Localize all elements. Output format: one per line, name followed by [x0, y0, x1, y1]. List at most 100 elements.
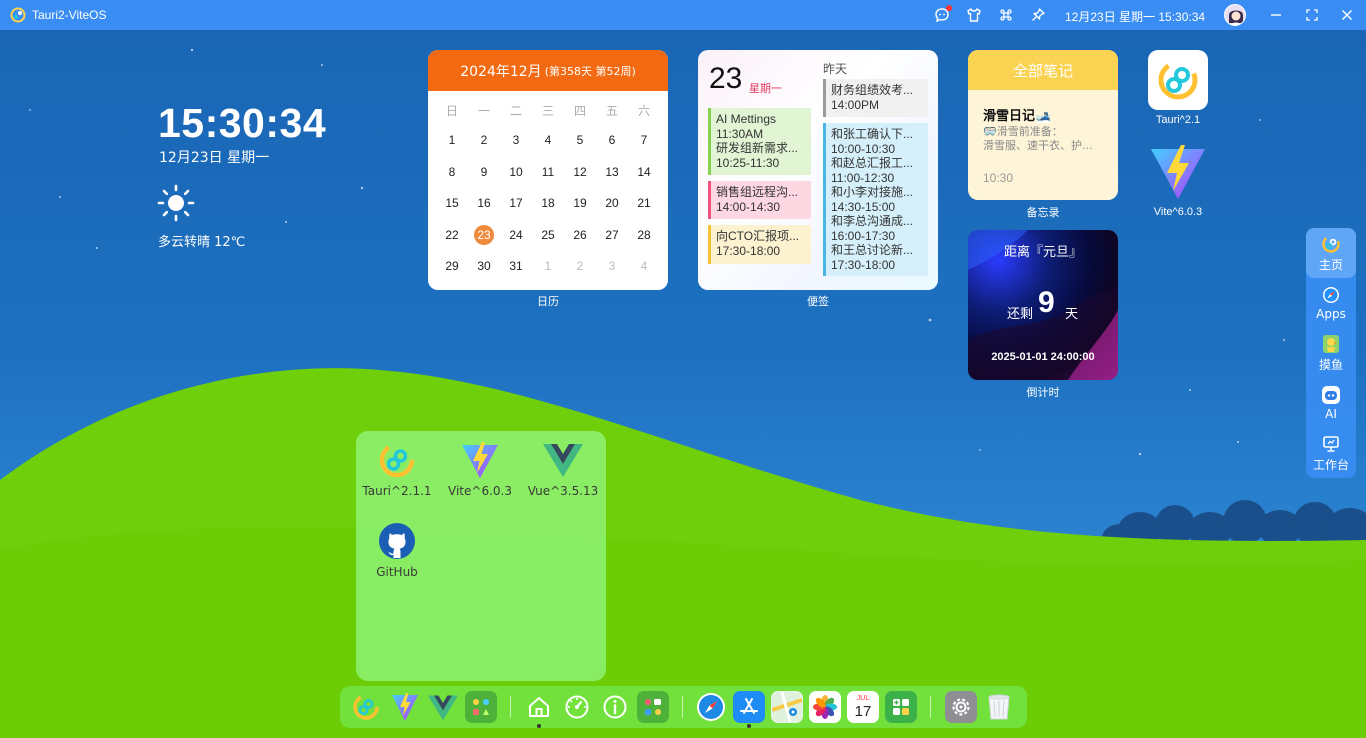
minimize-icon[interactable]: [1267, 6, 1285, 24]
countdown-target-date: 2025-01-01 24:00:00: [991, 351, 1095, 363]
calendar-day[interactable]: 12: [564, 165, 596, 196]
calendar-day[interactable]: 27: [596, 228, 628, 259]
calendar-day[interactable]: 13: [596, 165, 628, 196]
calendar-day[interactable]: 11: [532, 165, 564, 196]
notes-weekday: 星期一: [749, 82, 782, 95]
dock-running-indicator: [747, 724, 751, 728]
calendar-day-number: 1: [448, 133, 456, 148]
photos-icon[interactable]: [809, 691, 841, 723]
trash-icon[interactable]: [983, 691, 1015, 723]
vite-icon: [460, 440, 500, 480]
calendar-day[interactable]: 6: [596, 133, 628, 164]
memo-label: 备忘录: [1026, 206, 1060, 219]
tauri-icon[interactable]: [350, 691, 382, 723]
close-icon[interactable]: [1338, 6, 1356, 24]
calendar-day[interactable]: 19: [564, 196, 596, 227]
calendar-day[interactable]: 14: [628, 165, 660, 196]
app-folder[interactable]: Tauri^2.1.1 Vite^6.0.3 Vue^3.5.13 GitHub: [356, 431, 606, 681]
safari-icon[interactable]: [695, 691, 727, 723]
calendar-day[interactable]: 22: [436, 228, 468, 259]
calendar-day[interactable]: 25: [532, 228, 564, 259]
memo-widget[interactable]: 全部笔记 滑雪日记🎿 🥽滑雪前准备： 滑雪服、速干衣、护... 10:30: [968, 50, 1118, 200]
calendar-day[interactable]: 5: [564, 133, 596, 164]
apps-folder-icon[interactable]: [637, 691, 669, 723]
maps-icon[interactable]: [771, 691, 803, 723]
app-title: Tauri2-ViteOS: [32, 8, 107, 22]
command-icon[interactable]: [997, 6, 1015, 24]
notes-widget[interactable]: 23 星期一 昨天 AI Mettings 11:30AM 研发组新需求... …: [698, 50, 938, 290]
calendar-day-number: 11: [541, 164, 555, 179]
chat-icon[interactable]: [933, 5, 952, 24]
sidenav-label: 摸鱼: [1318, 357, 1343, 372]
calendar-day[interactable]: 23: [468, 224, 500, 259]
calendar-day[interactable]: 28: [628, 228, 660, 259]
calendar-day[interactable]: 1: [436, 133, 468, 164]
calendar-day[interactable]: 9: [468, 165, 500, 196]
notification-dot: [946, 5, 952, 11]
desktop-app-vite[interactable]: Vite^6.0.3: [1138, 142, 1218, 218]
countdown-widget[interactable]: 距离『元旦』 还剩 9 天 2025-01-01 24:00:00: [968, 230, 1118, 380]
calendar-day[interactable]: 24: [500, 228, 532, 259]
sidenav-item-moyu[interactable]: 摸鱼: [1306, 328, 1356, 378]
pin-icon[interactable]: [1029, 6, 1047, 24]
calendar-day[interactable]: 18: [532, 196, 564, 227]
widgets-icon[interactable]: [465, 691, 497, 723]
sidenav-item-ai[interactable]: AI: [1306, 378, 1356, 428]
note-card[interactable]: AI Mettings 11:30AM 研发组新需求... 10:25-11:3…: [708, 108, 811, 175]
desktop-app-tauri[interactable]: Tauri^2.1: [1138, 50, 1218, 126]
calendar-day[interactable]: 1: [532, 259, 564, 290]
safari-icon: [1321, 285, 1341, 305]
calendar-day[interactable]: 31: [500, 259, 532, 290]
vue-icon[interactable]: [427, 691, 459, 723]
dashboard-icon[interactable]: [561, 691, 593, 723]
calendar-day[interactable]: 15: [436, 196, 468, 227]
shirt-icon[interactable]: [965, 6, 983, 24]
calendar-day-number: 16: [477, 196, 491, 211]
calendar-day[interactable]: 10: [500, 165, 532, 196]
calendar-day[interactable]: 21: [628, 196, 660, 227]
calendar-day[interactable]: 17: [500, 196, 532, 227]
fullscreen-icon[interactable]: [1303, 6, 1321, 24]
calendar-day[interactable]: 4: [628, 259, 660, 290]
calendar-day[interactable]: 3: [500, 133, 532, 164]
sidenav-item-home[interactable]: 主页: [1306, 228, 1356, 278]
note-card[interactable]: 和张工确认下... 10:00-10:30 和赵总汇报工... 11:00-12…: [823, 123, 928, 276]
calculator-icon[interactable]: [885, 691, 917, 723]
calendar-day-number: 19: [573, 196, 587, 211]
settings-icon[interactable]: [945, 691, 977, 723]
calendar-day[interactable]: 7: [628, 133, 660, 164]
folder-app-vue[interactable]: Vue^3.5.13: [523, 440, 603, 498]
calendar-day-number: 20: [605, 196, 619, 211]
calendar-day[interactable]: 20: [596, 196, 628, 227]
vite-icon[interactable]: [389, 691, 421, 723]
calendar-day[interactable]: 2: [468, 133, 500, 164]
notes-yesterday-label: 昨天: [823, 62, 848, 76]
sidenav-label: AI: [1325, 407, 1337, 421]
calendar-day-number: 6: [608, 133, 616, 148]
sidenav-item-workbench[interactable]: 工作台: [1306, 428, 1356, 478]
calendar-icon[interactable]: JUL 17: [847, 691, 879, 723]
note-card[interactable]: 财务组绩效考... 14:00PM: [823, 79, 928, 117]
calendar-day[interactable]: 16: [468, 196, 500, 227]
calendar-day[interactable]: 4: [532, 133, 564, 164]
calendar-day[interactable]: 30: [468, 259, 500, 290]
calendar-day[interactable]: 3: [596, 259, 628, 290]
home-icon[interactable]: [523, 691, 555, 723]
app-store-icon[interactable]: [733, 691, 765, 723]
sidenav-item-apps[interactable]: Apps: [1306, 278, 1356, 328]
folder-app-vite[interactable]: Vite^6.0.3: [440, 440, 520, 498]
calendar-day[interactable]: 2: [564, 259, 596, 290]
vite-icon: [1148, 142, 1208, 202]
calendar-widget[interactable]: 2024年12月 (第358天 第52周) 日一二三四五六 1 2 3 4 5 6 7 8 9 10…: [428, 50, 668, 290]
note-card[interactable]: 销售组远程沟... 14:00-14:30: [708, 181, 811, 219]
info-icon[interactable]: [599, 691, 631, 723]
note-card[interactable]: 向CTO汇报项... 17:30-18:00: [708, 225, 811, 264]
calendar-day[interactable]: 8: [436, 165, 468, 196]
avatar[interactable]: [1224, 4, 1246, 26]
folder-app-github[interactable]: GitHub: [357, 521, 437, 579]
calendar-day[interactable]: 29: [436, 259, 468, 290]
calendar-day-number: 30: [477, 258, 491, 273]
folder-app-label: Tauri^2.1.1: [362, 484, 432, 498]
calendar-day[interactable]: 26: [564, 228, 596, 259]
folder-app-tauri[interactable]: Tauri^2.1.1: [357, 440, 437, 498]
